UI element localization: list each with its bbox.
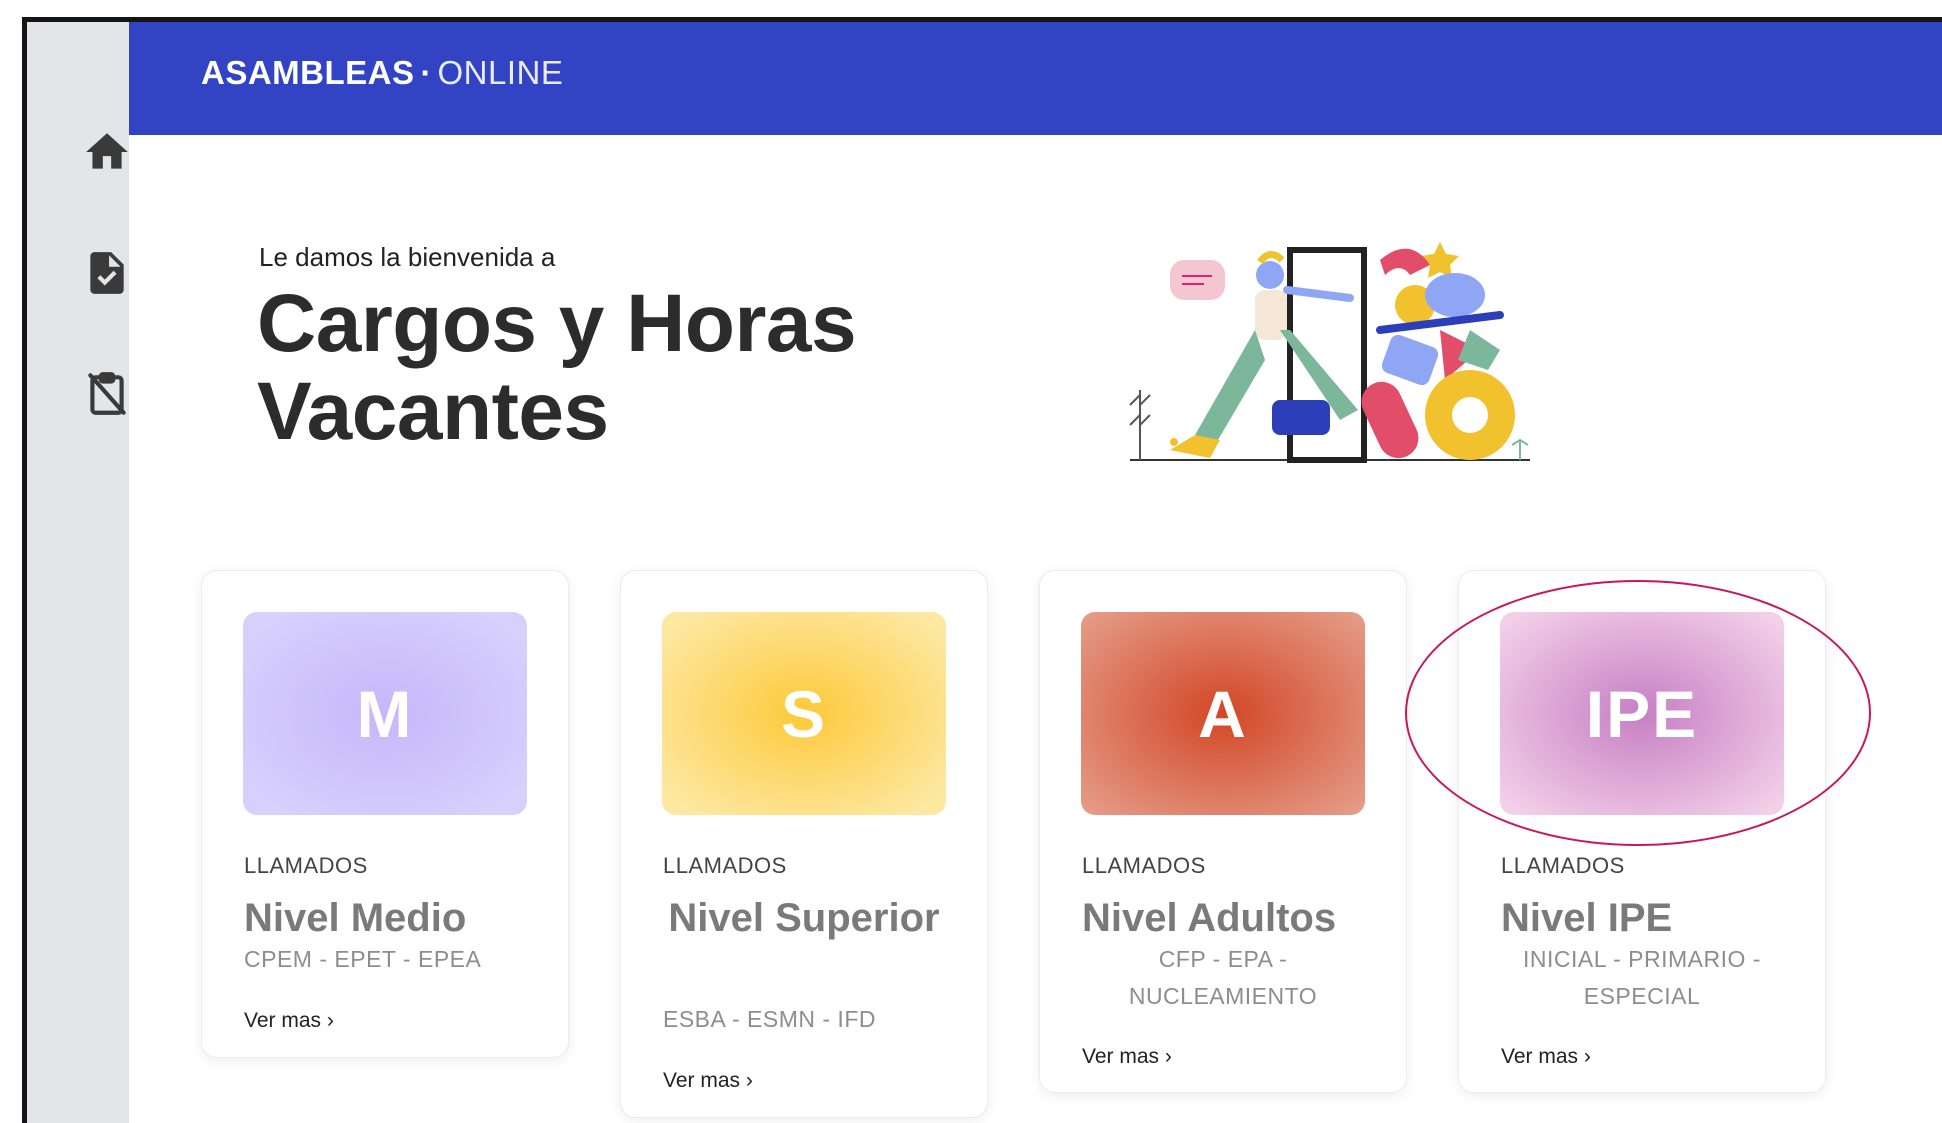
- document-check-icon[interactable]: [82, 248, 132, 298]
- ver-mas-link[interactable]: Ver mas ›: [1501, 1045, 1591, 1069]
- sidebar: [27, 22, 129, 1123]
- clipboard-off-icon[interactable]: [82, 369, 132, 419]
- hero-illustration: [1100, 220, 1560, 480]
- card-letter: S: [780, 676, 828, 751]
- card-title: Nivel Medio: [244, 896, 467, 940]
- card-eyebrow: LLAMADOS: [1082, 853, 1206, 878]
- card-title: Nivel Superior: [668, 896, 940, 940]
- home-icon[interactable]: [82, 127, 132, 177]
- ver-mas-link[interactable]: Ver mas ›: [663, 1069, 753, 1093]
- top-bar: ASAMBLEAS · ONLINE: [129, 22, 1942, 135]
- card-thumb: IPE: [1500, 612, 1784, 815]
- card-thumb: A: [1081, 612, 1365, 815]
- card-subtitle: CPEM - EPET - EPEA: [244, 946, 482, 972]
- card-subtitle: INICIAL - PRIMARIO - ESPECIAL: [1523, 946, 1761, 1009]
- card-letter: IPE: [1585, 676, 1699, 751]
- card-thumb: S: [662, 612, 946, 815]
- card-nivel-adultos[interactable]: A LLAMADOS Nivel Adultos CFP - EPA - NUC…: [1039, 570, 1407, 1093]
- card-title: Nivel IPE: [1501, 896, 1673, 940]
- card-eyebrow: LLAMADOS: [244, 853, 368, 878]
- card-nivel-ipe[interactable]: IPE LLAMADOS Nivel IPE INICIAL - PRIMARI…: [1458, 570, 1826, 1093]
- card-nivel-superior[interactable]: S LLAMADOS Nivel Superior ESBA - ESMN - …: [620, 570, 988, 1118]
- card-thumb: M: [243, 612, 527, 815]
- brand-logo[interactable]: ASAMBLEAS · ONLINE: [201, 54, 563, 92]
- card-title: Nivel Adultos: [1082, 896, 1337, 940]
- card-subtitle: ESBA - ESMN - IFD: [663, 1006, 876, 1032]
- card-nivel-medio[interactable]: M LLAMADOS Nivel Medio CPEM - EPET - EPE…: [201, 570, 569, 1058]
- page-title: Cargos y Horas Vacantes: [257, 278, 857, 457]
- card-letter: M: [356, 676, 414, 751]
- brand-main: ASAMBLEAS: [201, 54, 415, 91]
- ver-mas-link[interactable]: Ver mas ›: [244, 1009, 334, 1033]
- brand-separator: ·: [420, 54, 432, 91]
- card-subtitle: CFP - EPA - NUCLEAMIENTO: [1128, 946, 1318, 1009]
- card-eyebrow: LLAMADOS: [663, 853, 787, 878]
- brand-sub: ONLINE: [437, 54, 564, 91]
- welcome-text: Le damos la bienvenida a: [259, 242, 556, 272]
- card-eyebrow: LLAMADOS: [1501, 853, 1625, 878]
- card-letter: A: [1198, 676, 1248, 751]
- ver-mas-link[interactable]: Ver mas ›: [1082, 1045, 1172, 1069]
